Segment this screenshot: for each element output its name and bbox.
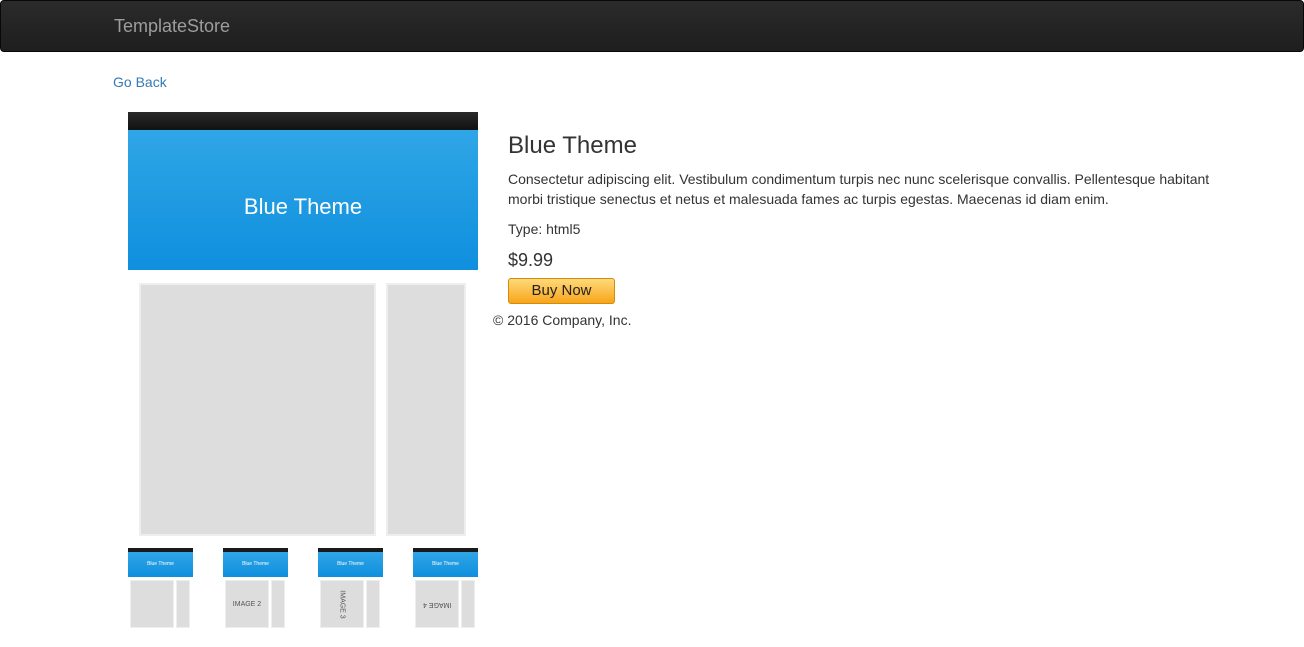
thumbnail-4[interactable]: Blue Theme IMAGE 4 — [413, 548, 478, 630]
brand-link[interactable]: TemplateStore — [114, 15, 230, 37]
preview-placeholder-large — [139, 283, 376, 536]
thumbnail-hero-title: Blue Theme — [432, 561, 459, 567]
product-description: Consectetur adipiscing elit. Vestibulum … — [508, 171, 1210, 207]
thumbnail-image-label: IMAGE 3 — [338, 589, 346, 619]
preview-hero: Blue Theme — [128, 130, 478, 270]
preview-topbar — [128, 112, 478, 130]
thumbnail-placeholder-large: IMAGE 4 — [415, 580, 459, 628]
product-price: $9.99 — [508, 250, 554, 270]
buy-now-button[interactable]: Buy Now — [508, 278, 615, 304]
thumbnail-placeholder-large — [130, 580, 174, 628]
thumbnail-3[interactable]: Blue Theme IMAGE 3 — [318, 548, 383, 630]
thumbnail-hero: Blue Theme — [318, 552, 383, 577]
thumbnail-placeholder-small — [366, 580, 380, 628]
thumbnail-placeholder-small — [271, 580, 285, 628]
preview-hero-title: Blue Theme — [243, 194, 363, 219]
main-preview-image: Blue Theme — [128, 112, 478, 542]
thumbnail-hero-title: Blue Theme — [242, 561, 269, 567]
thumbnail-placeholder-small — [461, 580, 475, 628]
thumbnail-placeholder-small — [176, 580, 190, 628]
thumbnail-hero: Blue Theme — [413, 552, 478, 577]
thumbnail-placeholder-large: IMAGE 2 — [225, 580, 269, 628]
thumbnail-image-label: IMAGE 2 — [232, 600, 262, 608]
preview-placeholder-small — [386, 283, 466, 536]
product-type: Type: html5 — [508, 221, 581, 237]
thumbnail-1[interactable]: Blue Theme — [128, 548, 193, 630]
navbar: TemplateStore — [0, 0, 1304, 52]
footer-copyright: © 2016 Company, Inc. — [493, 312, 632, 328]
thumbnail-placeholder-large: IMAGE 3 — [320, 580, 364, 628]
thumbnail-hero: Blue Theme — [223, 552, 288, 577]
go-back-link[interactable]: Go Back — [113, 73, 167, 91]
product-title: Blue Theme — [508, 132, 637, 159]
thumbnail-hero-title: Blue Theme — [337, 561, 364, 567]
thumbnail-hero-title: Blue Theme — [147, 561, 174, 567]
thumbnail-2[interactable]: Blue Theme IMAGE 2 — [223, 548, 288, 630]
thumbnail-hero: Blue Theme — [128, 552, 193, 577]
thumbnail-image-label: IMAGE 4 — [422, 600, 452, 608]
